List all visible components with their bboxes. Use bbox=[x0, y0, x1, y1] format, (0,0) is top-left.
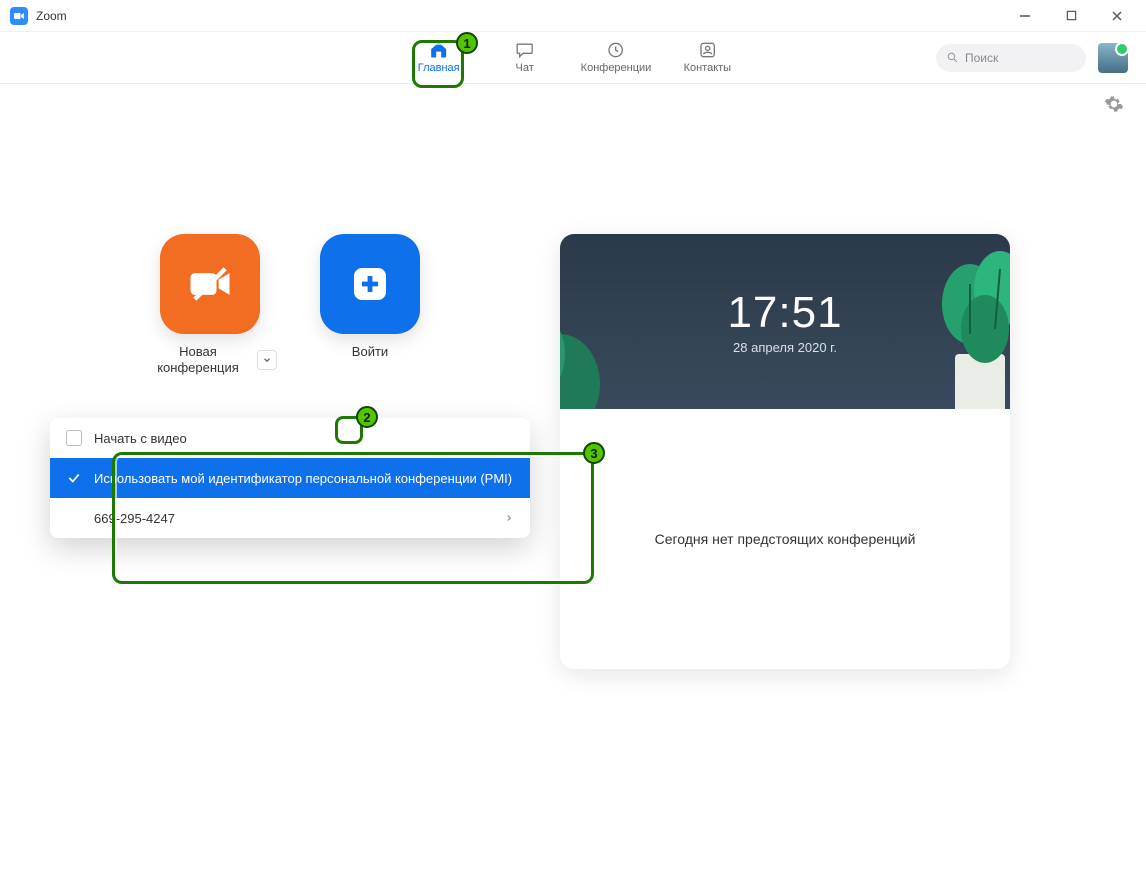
clock-time: 17:51 bbox=[727, 288, 842, 338]
minimize-button[interactable] bbox=[1002, 0, 1048, 32]
chevron-right-icon bbox=[504, 511, 514, 526]
zoom-app-icon bbox=[10, 7, 28, 25]
search-placeholder: Поиск bbox=[965, 51, 998, 65]
window-controls bbox=[1002, 0, 1140, 32]
plant-decoration-right bbox=[900, 234, 1010, 409]
nav-contacts[interactable]: Контакты bbox=[677, 40, 737, 74]
dropdown-start-video-label: Начать с видео bbox=[94, 431, 187, 446]
check-icon bbox=[66, 471, 82, 485]
avatar[interactable] bbox=[1098, 43, 1128, 73]
titlebar: Zoom bbox=[0, 0, 1146, 32]
nav-contacts-label: Контакты bbox=[684, 62, 732, 74]
new-meeting-options-button[interactable] bbox=[257, 350, 277, 370]
tiles-area: Новая конференция Войти Запланировать bbox=[60, 234, 520, 669]
nav-chat-label: Чат bbox=[516, 62, 534, 74]
plus-icon bbox=[320, 234, 420, 334]
tile-join-label: Войти bbox=[352, 344, 388, 360]
tile-new-meeting-label: Новая конференция bbox=[143, 344, 253, 375]
navbar: Главная Чат Конференции Контакты Поиск bbox=[0, 32, 1146, 84]
nav-meetings[interactable]: Конференции bbox=[581, 40, 652, 74]
dropdown-use-pmi-label: Использовать мой идентификатор персональ… bbox=[94, 471, 512, 486]
window-title: Zoom bbox=[36, 9, 67, 23]
dropdown-item-use-pmi[interactable]: Использовать мой идентификатор персональ… bbox=[50, 458, 530, 498]
settings-button[interactable] bbox=[1104, 94, 1124, 124]
toolbar-row bbox=[0, 84, 1146, 124]
dropdown-item-start-with-video[interactable]: Начать с видео bbox=[50, 418, 530, 458]
nav-home-label: Главная bbox=[418, 62, 460, 74]
agenda-body: Сегодня нет предстоящих конференций bbox=[560, 409, 1010, 669]
search-input[interactable]: Поиск bbox=[936, 44, 1086, 72]
video-icon bbox=[160, 234, 260, 334]
new-meeting-dropdown: Начать с видео Использовать мой идентифи… bbox=[50, 418, 530, 538]
nav-meetings-label: Конференции bbox=[581, 62, 652, 74]
clock-date: 28 апреля 2020 г. bbox=[733, 340, 837, 355]
agenda-card: 17:51 28 апреля 2020 г. Сегодня нет пред… bbox=[560, 234, 1010, 669]
checkbox-unchecked-icon bbox=[66, 430, 82, 446]
maximize-button[interactable] bbox=[1048, 0, 1094, 32]
close-button[interactable] bbox=[1094, 0, 1140, 32]
nav-home[interactable]: Главная bbox=[409, 40, 469, 74]
nav-chat[interactable]: Чат bbox=[495, 40, 555, 74]
tile-join[interactable]: Войти bbox=[300, 234, 440, 375]
main-content: Новая конференция Войти Запланировать bbox=[0, 124, 1146, 669]
clock-panel: 17:51 28 апреля 2020 г. bbox=[560, 234, 1010, 409]
dropdown-item-pmi-number[interactable]: 669-295-4247 bbox=[50, 498, 530, 538]
tile-new-meeting[interactable]: Новая конференция bbox=[140, 234, 280, 375]
dropdown-pmi-number: 669-295-4247 bbox=[94, 511, 175, 526]
agenda-empty-text: Сегодня нет предстоящих конференций bbox=[655, 531, 916, 547]
plant-decoration-left bbox=[560, 234, 620, 409]
